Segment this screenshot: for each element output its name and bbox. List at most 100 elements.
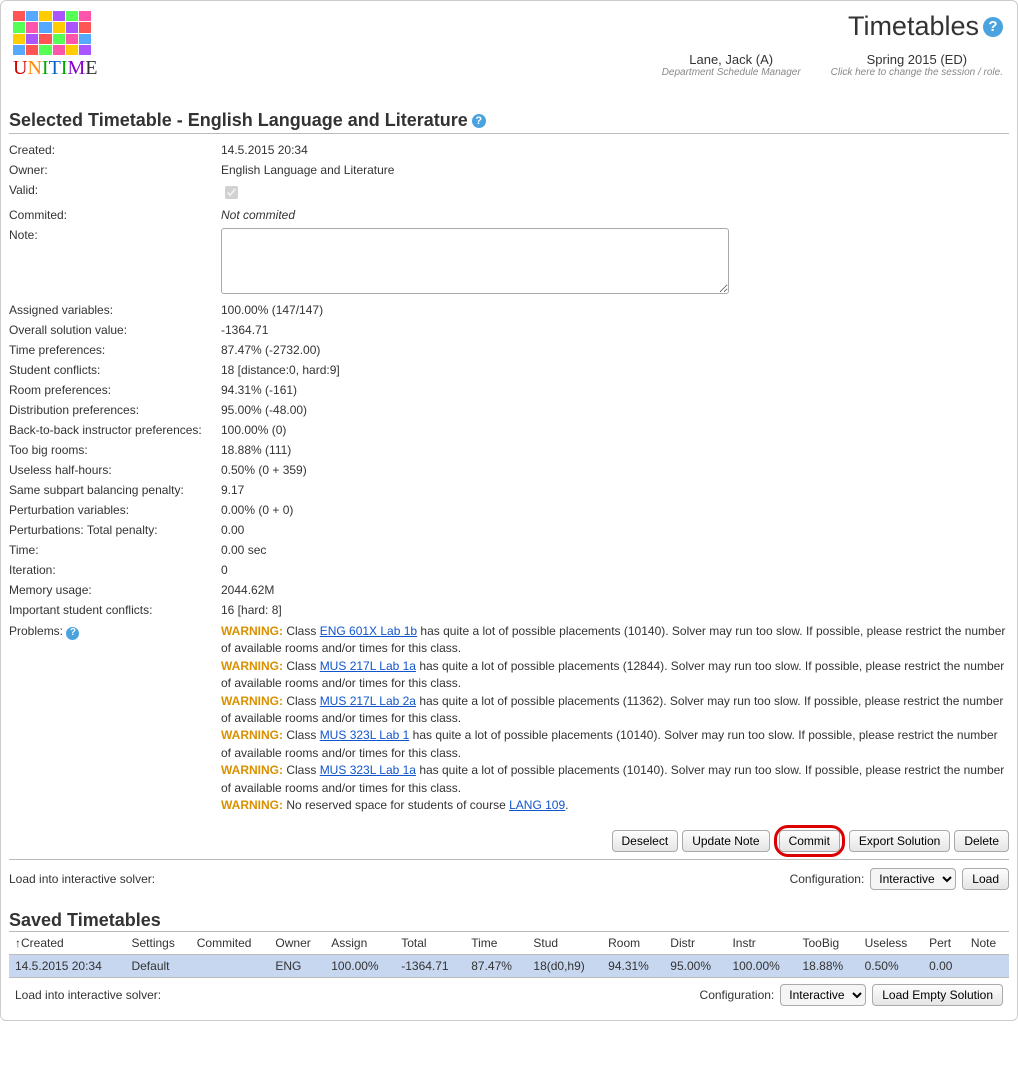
col-owner[interactable]: Owner xyxy=(269,932,325,955)
class-link[interactable]: LANG 109 xyxy=(509,798,565,812)
col-total[interactable]: Total xyxy=(395,932,465,955)
class-link[interactable]: MUS 217L Lab 1a xyxy=(320,659,416,673)
b2b-label: Back-to-back instructor preferences: xyxy=(9,423,221,437)
page-header: UNITIME Timetables ? Lane, Jack (A) Depa… xyxy=(9,7,1009,84)
perttot-label: Perturbations: Total penalty: xyxy=(9,523,221,537)
note-label: Note: xyxy=(9,228,221,297)
user-role: Department Schedule Manager xyxy=(662,67,801,78)
col-note[interactable]: Note xyxy=(965,932,1009,955)
help-icon[interactable]: ? xyxy=(983,17,1003,37)
owner-value: English Language and Literature xyxy=(221,163,1009,177)
created-value: 14.5.2015 20:34 xyxy=(221,143,1009,157)
roompref-value: 94.31% (-161) xyxy=(221,383,1009,397)
col-instr[interactable]: Instr xyxy=(726,932,796,955)
valid-checkbox xyxy=(225,186,238,199)
col-room[interactable]: Room xyxy=(602,932,664,955)
mem-label: Memory usage: xyxy=(9,583,221,597)
stud-value: 18 [distance:0, hard:9] xyxy=(221,363,1009,377)
table-row[interactable]: 14.5.2015 20:34 Default ENG 100.00% -136… xyxy=(9,955,1009,978)
table-header-row: Created Settings Commited Owner Assign T… xyxy=(9,932,1009,955)
session-name: Spring 2015 (ED) xyxy=(831,52,1003,67)
help-icon[interactable]: ? xyxy=(472,114,486,128)
selected-timetable-title: Selected Timetable - English Language an… xyxy=(9,110,1009,131)
subpart-value: 9.17 xyxy=(221,483,1009,497)
col-time[interactable]: Time xyxy=(465,932,527,955)
created-label: Created: xyxy=(9,143,221,157)
session-hint: Click here to change the session / role. xyxy=(831,67,1003,78)
perttot-value: 0.00 xyxy=(221,523,1009,537)
owner-label: Owner: xyxy=(9,163,221,177)
col-pert[interactable]: Pert xyxy=(923,932,965,955)
saved-timetables-title: Saved Timetables xyxy=(9,910,1009,931)
load-button[interactable]: Load xyxy=(962,868,1009,890)
load-empty-solution-button[interactable]: Load Empty Solution xyxy=(872,984,1003,1006)
load-solver-label: Load into interactive solver: xyxy=(15,988,161,1002)
user-name: Lane, Jack (A) xyxy=(662,52,801,67)
class-link[interactable]: MUS 323L Lab 1a xyxy=(320,763,416,777)
time-label: Time: xyxy=(9,543,221,557)
delete-button[interactable]: Delete xyxy=(954,830,1009,852)
warning-label: WARNING: xyxy=(221,659,283,673)
overall-value: -1364.71 xyxy=(221,323,1009,337)
impstud-label: Important student conflicts: xyxy=(9,603,221,617)
help-icon[interactable]: ? xyxy=(66,627,79,640)
iter-label: Iteration: xyxy=(9,563,221,577)
warning-label: WARNING: xyxy=(221,728,283,742)
valid-label: Valid: xyxy=(9,183,221,202)
configuration-select[interactable]: Interactive xyxy=(870,868,956,890)
saved-timetables-table: Created Settings Commited Owner Assign T… xyxy=(9,931,1009,1012)
useless-value: 0.50% (0 + 359) xyxy=(221,463,1009,477)
stud-label: Student conflicts: xyxy=(9,363,221,377)
col-assign[interactable]: Assign xyxy=(325,932,395,955)
impstud-value: 16 [hard: 8] xyxy=(221,603,1009,617)
mem-value: 2044.62M xyxy=(221,583,1009,597)
class-link[interactable]: ENG 601X Lab 1b xyxy=(320,624,417,638)
timepref-label: Time preferences: xyxy=(9,343,221,357)
roompref-label: Room preferences: xyxy=(9,383,221,397)
col-useless[interactable]: Useless xyxy=(859,932,924,955)
commit-highlight: Commit xyxy=(774,825,845,857)
pertvar-value: 0.00% (0 + 0) xyxy=(221,503,1009,517)
toobig-label: Too big rooms: xyxy=(9,443,221,457)
export-solution-button[interactable]: Export Solution xyxy=(849,830,950,852)
committed-label: Commited: xyxy=(9,208,221,222)
subpart-label: Same subpart balancing penalty: xyxy=(9,483,221,497)
configuration-label: Configuration: xyxy=(790,872,865,886)
assigned-value: 100.00% (147/147) xyxy=(221,303,1009,317)
pertvar-label: Perturbation variables: xyxy=(9,503,221,517)
overall-label: Overall solution value: xyxy=(9,323,221,337)
session-block[interactable]: Spring 2015 (ED) Click here to change th… xyxy=(831,52,1003,78)
user-block[interactable]: Lane, Jack (A) Department Schedule Manag… xyxy=(662,52,801,78)
col-created[interactable]: Created xyxy=(9,932,125,955)
assigned-label: Assigned variables: xyxy=(9,303,221,317)
class-link[interactable]: MUS 323L Lab 1 xyxy=(320,728,410,742)
toobig-value: 18.88% (111) xyxy=(221,443,1009,457)
load-solver-label: Load into interactive solver: xyxy=(9,872,155,886)
page-title: Timetables ? xyxy=(662,11,1003,42)
col-stud[interactable]: Stud xyxy=(527,932,602,955)
timepref-value: 87.47% (-2732.00) xyxy=(221,343,1009,357)
col-toobig[interactable]: TooBig xyxy=(796,932,858,955)
update-note-button[interactable]: Update Note xyxy=(682,830,769,852)
commit-button[interactable]: Commit xyxy=(779,830,840,852)
col-settings[interactable]: Settings xyxy=(125,932,190,955)
distpref-value: 95.00% (-48.00) xyxy=(221,403,1009,417)
committed-value: Not commited xyxy=(221,208,1009,222)
warning-label: WARNING: xyxy=(221,798,283,812)
selected-actions: Deselect Update Note Commit Export Solut… xyxy=(9,825,1009,857)
deselect-button[interactable]: Deselect xyxy=(612,830,679,852)
warning-label: WARNING: xyxy=(221,763,283,777)
b2b-value: 100.00% (0) xyxy=(221,423,1009,437)
class-link[interactable]: MUS 217L Lab 2a xyxy=(320,694,416,708)
configuration-select[interactable]: Interactive xyxy=(780,984,866,1006)
configuration-label: Configuration: xyxy=(700,988,775,1002)
iter-value: 0 xyxy=(221,563,1009,577)
problems-value: WARNING: Class ENG 601X Lab 1b has quite… xyxy=(221,623,1009,814)
distpref-label: Distribution preferences: xyxy=(9,403,221,417)
col-committed[interactable]: Commited xyxy=(191,932,270,955)
time-value: 0.00 sec xyxy=(221,543,1009,557)
col-distr[interactable]: Distr xyxy=(664,932,726,955)
warning-label: WARNING: xyxy=(221,624,283,638)
note-textarea[interactable] xyxy=(221,228,729,294)
app-logo[interactable]: UNITIME xyxy=(9,7,101,84)
